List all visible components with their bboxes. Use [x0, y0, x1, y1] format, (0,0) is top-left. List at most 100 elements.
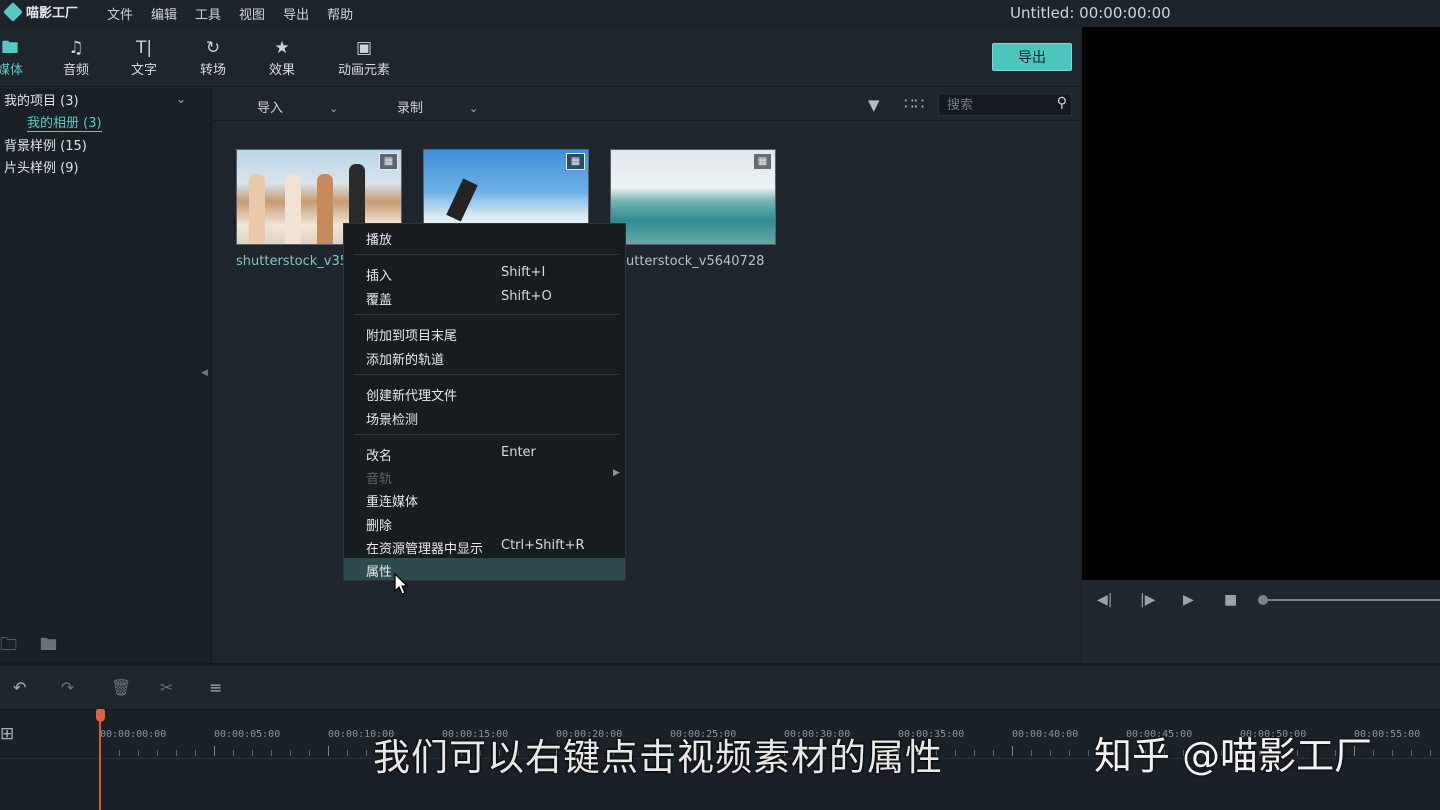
- tab-audio[interactable]: ♫ 音频: [48, 37, 104, 78]
- effects-icon: ★: [274, 38, 290, 58]
- collapse-panel-icon[interactable]: ◀: [201, 368, 208, 378]
- prev-frame-icon[interactable]: ◀|: [1097, 592, 1112, 608]
- menu-item-relink[interactable]: 重连媒体: [344, 488, 625, 510]
- video-icon: ▦: [753, 153, 772, 170]
- ruler-tick: [366, 750, 367, 756]
- seek-handle[interactable]: [1258, 595, 1268, 605]
- redo-icon[interactable]: ↷: [61, 678, 74, 697]
- tab-elements-label: 动画元素: [337, 63, 390, 78]
- main-menu: 文件 编辑 工具 视图 导出 帮助: [107, 4, 353, 23]
- menu-item-rename[interactable]: 改名 Enter: [344, 442, 625, 464]
- clip-name: shutterstock_v35: [236, 254, 349, 269]
- menu-item-properties[interactable]: 属性: [344, 558, 625, 580]
- tab-text[interactable]: T| 文字: [116, 37, 172, 78]
- transition-icon: ↻: [205, 38, 221, 58]
- ruler-tick: [290, 750, 291, 756]
- menu-item-label: 删除: [366, 519, 393, 534]
- menu-item-delete[interactable]: 删除: [344, 512, 625, 534]
- menu-item-label: 创建新代理文件: [366, 389, 458, 404]
- ruler-tick: [157, 750, 158, 756]
- media-toolbar: 🖿 媒体 ♫ 音频 T| 文字 ↻ 转场 ★ 效果 ▣ 动画元素: [0, 27, 1080, 87]
- menu-item-label: 重连媒体: [366, 495, 419, 510]
- tab-effects[interactable]: ★ 效果: [254, 37, 310, 78]
- ruler-tick: [233, 750, 234, 756]
- menu-item-label: 添加新的轨道: [366, 353, 445, 368]
- delete-folder-icon[interactable]: 🖿: [40, 632, 57, 661]
- search-input[interactable]: [947, 96, 1047, 114]
- tree-item-my-project[interactable]: 我的项目 (3): [4, 90, 79, 109]
- chevron-down-icon: ⌄: [329, 102, 339, 115]
- media-clip-3[interactable]: ▦: [610, 149, 776, 245]
- menu-item-label: 场景检测: [366, 413, 419, 428]
- tab-transition[interactable]: ↻ 转场: [185, 37, 241, 78]
- ruler-tick: [176, 750, 177, 756]
- filter-icon[interactable]: ▼: [868, 96, 880, 114]
- menu-export[interactable]: 导出: [283, 4, 309, 23]
- ruler-tick: [347, 750, 348, 756]
- clip-figure: [317, 174, 333, 244]
- menu-item-insert[interactable]: 插入 Shift+I: [344, 262, 625, 284]
- ruler-tick: [1088, 750, 1089, 756]
- ruler-tick: [328, 746, 329, 756]
- ruler-tick: [271, 750, 272, 756]
- tab-elements[interactable]: ▣ 动画元素: [328, 37, 400, 78]
- menu-item-audio-track[interactable]: 音轨 ▶: [344, 465, 625, 487]
- menu-view[interactable]: 视图: [239, 4, 265, 23]
- new-folder-icon[interactable]: 🗀: [0, 632, 17, 661]
- ruler-tick: [214, 746, 215, 756]
- menu-item-label: 音轨: [366, 472, 393, 487]
- tree-item-my-album[interactable]: 我的相册 (3): [27, 112, 102, 132]
- menu-tools[interactable]: 工具: [195, 4, 221, 23]
- ruler-tick: [1069, 750, 1070, 756]
- grid-view-icon[interactable]: ∷∷: [904, 94, 924, 113]
- ruler-tick: [309, 750, 310, 756]
- menu-item-overwrite[interactable]: 覆盖 Shift+O: [344, 286, 625, 308]
- export-button[interactable]: 导出: [992, 43, 1072, 71]
- tree-item-backgrounds[interactable]: 背景样例 (15): [4, 135, 87, 154]
- ruler-tick: [1031, 750, 1032, 756]
- menu-item-play[interactable]: 播放: [344, 226, 625, 248]
- playhead[interactable]: [99, 716, 101, 810]
- menu-item-append[interactable]: 附加到项目末尾: [344, 322, 625, 344]
- logo-text: 喵影工厂: [26, 6, 79, 21]
- ruler-tick: [119, 750, 120, 756]
- adjust-icon[interactable]: ≡: [209, 678, 222, 697]
- tab-audio-label: 音频: [62, 63, 89, 78]
- menu-separator: [354, 434, 619, 435]
- chevron-down-icon[interactable]: ⌄: [176, 92, 186, 106]
- preview-player[interactable]: [1082, 27, 1440, 580]
- context-menu: 播放 插入 Shift+I 覆盖 Shift+O 附加到项目末尾 添加新的轨道 …: [343, 223, 626, 581]
- app-logo: 喵影工厂: [3, 1, 79, 22]
- menu-edit[interactable]: 编辑: [151, 4, 177, 23]
- menu-item-show-in-explorer[interactable]: 在资源管理器中显示 Ctrl+Shift+R: [344, 535, 625, 557]
- menu-help[interactable]: 帮助: [327, 4, 353, 23]
- play-icon[interactable]: ▶: [1183, 592, 1194, 608]
- music-note-icon: ♫: [68, 38, 84, 58]
- record-dropdown[interactable]: 录制 ⌄: [397, 97, 478, 116]
- tree-item-intros[interactable]: 片头样例 (9): [4, 157, 79, 176]
- add-track-icon[interactable]: ⊞: [0, 724, 14, 744]
- next-frame-icon[interactable]: |▶: [1140, 592, 1155, 608]
- seek-bar[interactable]: [1262, 599, 1440, 601]
- menu-file[interactable]: 文件: [107, 4, 133, 23]
- menu-item-add-track[interactable]: 添加新的轨道: [344, 346, 625, 368]
- delete-icon[interactable]: 🗑: [111, 678, 131, 697]
- menu-item-shortcut: Enter: [501, 445, 536, 460]
- chevron-down-icon: ⌄: [469, 102, 479, 115]
- ruler-tick-label: 00:00:40:00: [1012, 729, 1079, 740]
- mouse-cursor-icon: [394, 573, 409, 595]
- submenu-arrow-icon: ▶: [613, 468, 620, 478]
- stop-icon[interactable]: ■: [1224, 592, 1237, 608]
- menu-item-create-proxy[interactable]: 创建新代理文件: [344, 382, 625, 404]
- cut-icon[interactable]: ✂: [160, 678, 173, 697]
- tab-media[interactable]: 🖿 媒体: [0, 37, 38, 78]
- search-icon[interactable]: ⚲: [1057, 95, 1067, 111]
- undo-icon[interactable]: ↶: [13, 678, 26, 697]
- ruler-tick: [252, 750, 253, 756]
- search-box[interactable]: ⚲: [938, 93, 1072, 116]
- ruler-tick: [955, 750, 956, 756]
- menu-item-shortcut: Ctrl+Shift+R: [501, 538, 585, 553]
- playhead-handle[interactable]: [96, 709, 105, 722]
- menu-item-scene-detect[interactable]: 场景检测: [344, 406, 625, 428]
- import-dropdown[interactable]: 导入 ⌄: [257, 97, 338, 116]
